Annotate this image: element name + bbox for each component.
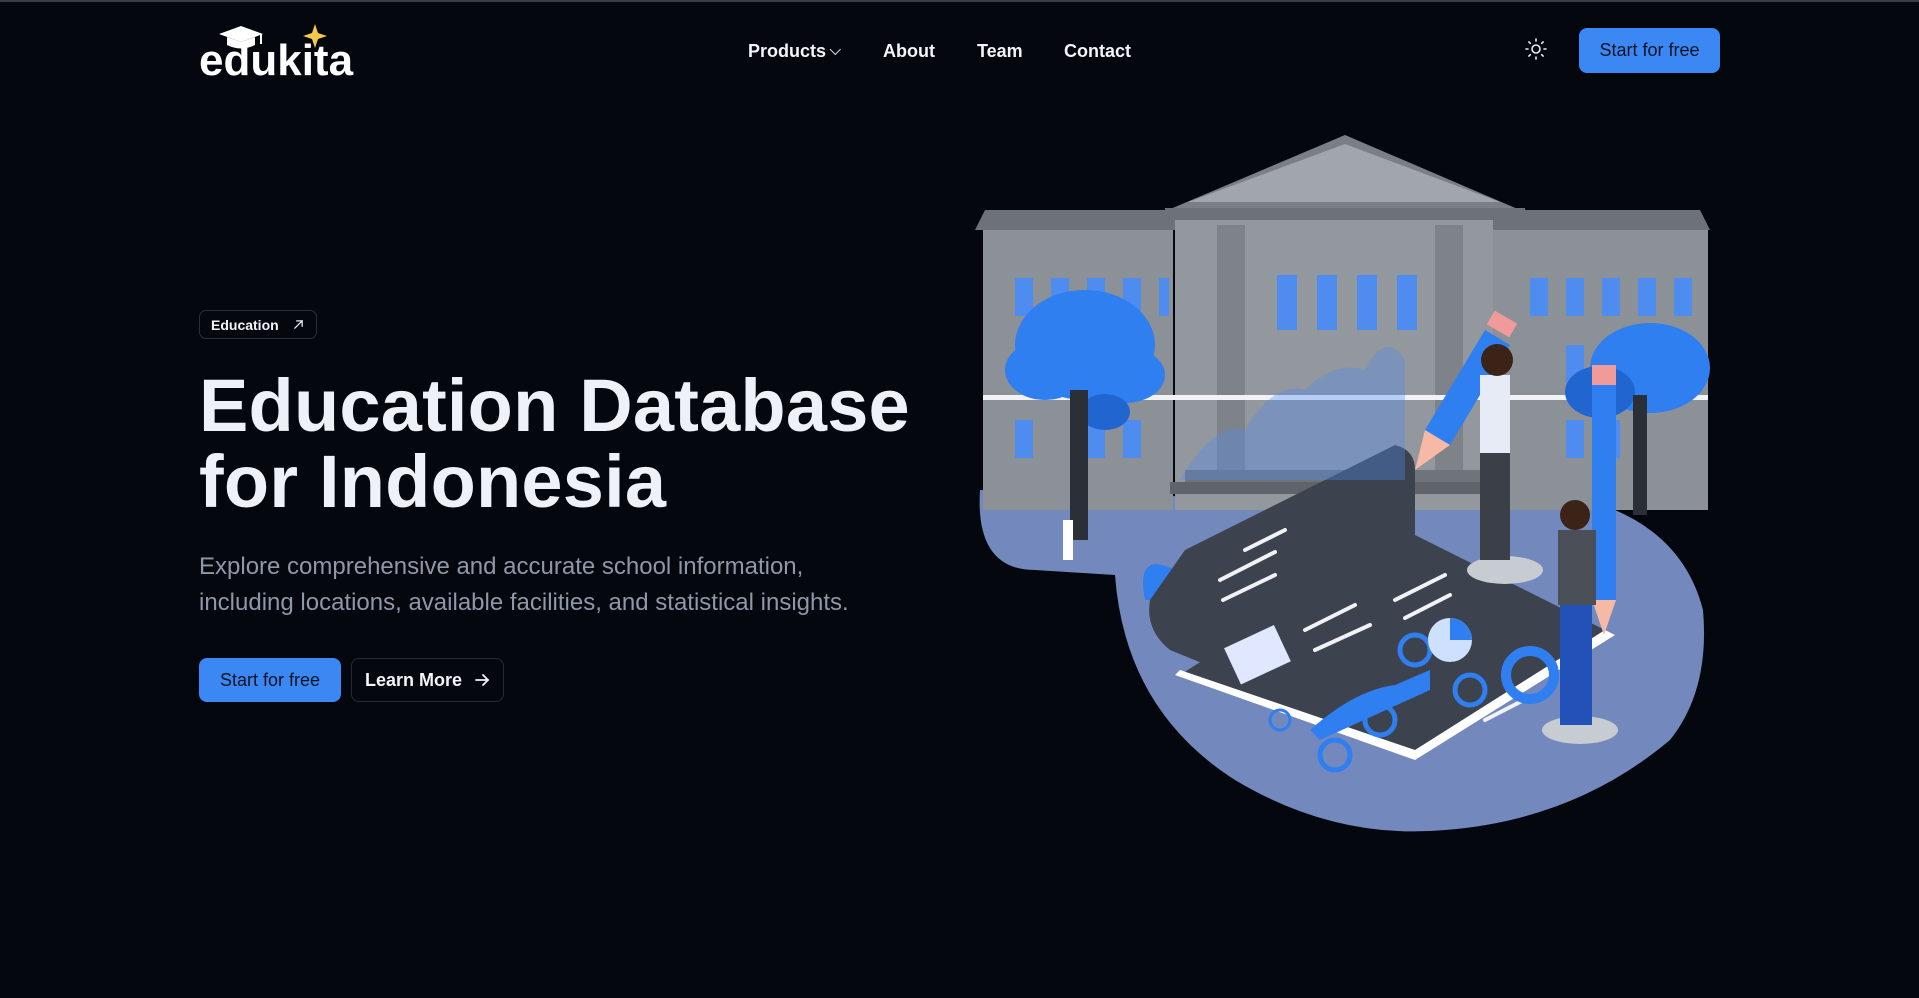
nav-products-label: Products [748,41,827,61]
title-line-1: Education Database [199,364,910,447]
learn-more-label: Learn More [364,669,463,690]
nav-contact[interactable]: Contact [1064,41,1131,62]
nav-team[interactable]: Team [977,41,1023,62]
desc-line-2: including locations, available facilitie… [199,589,849,616]
badge-label: Education [211,316,279,333]
svg-text:edukita: edukita [199,36,354,80]
nav-about[interactable]: About [883,41,935,62]
desc-line-1: Explore comprehensive and accurate schoo… [199,553,804,580]
chevron-down-icon [829,43,841,56]
top-border [0,0,1919,2]
arrow-right-icon [475,674,490,686]
header-start-label: Start for free [1599,40,1700,60]
sun-icon[interactable] [1524,37,1548,61]
nav-products[interactable]: Products [748,41,841,62]
education-data-illustration [975,135,1710,832]
hero-start-label: Start for free [219,669,321,690]
hero-description: Explore comprehensive and accurate schoo… [199,549,959,621]
edukita-logo[interactable]: edukita [199,22,364,80]
learn-more-button[interactable]: Learn More [351,658,504,702]
nav-contact-label: Contact [1064,41,1131,61]
page-title: Education Database for Indonesia [199,368,959,520]
education-badge[interactable]: Education [199,310,317,339]
hero-start-button[interactable]: Start for free [199,658,341,702]
arrow-up-right-icon [293,320,303,329]
nav-about-label: About [883,41,935,61]
header-start-button[interactable]: Start for free [1579,28,1720,73]
title-line-2: for Indonesia [199,440,667,523]
nav-team-label: Team [977,41,1023,61]
